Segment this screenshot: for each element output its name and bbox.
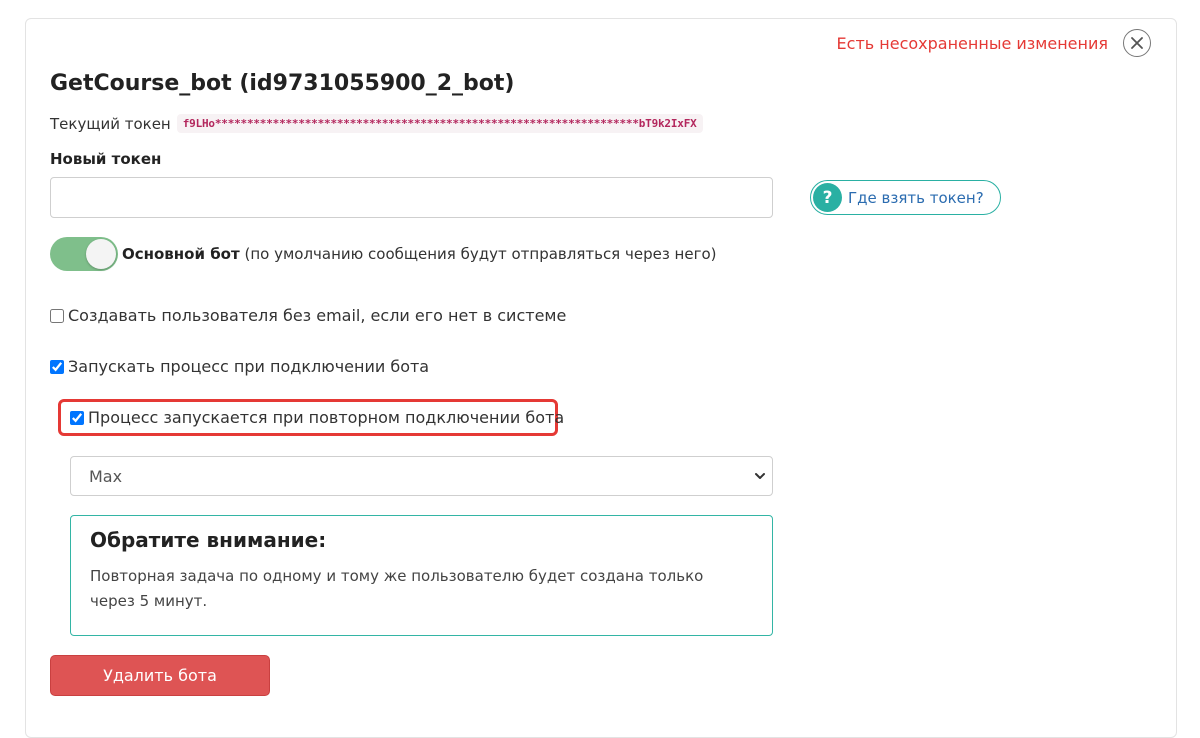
- current-token-row: Текущий токен f9LHo*********************…: [50, 114, 703, 133]
- new-token-input[interactable]: [50, 177, 773, 218]
- main-bot-toggle[interactable]: [50, 237, 118, 271]
- process-select[interactable]: Max: [70, 456, 773, 496]
- main-bot-row: Основной бот (по умолчанию сообщения буд…: [50, 237, 717, 271]
- main-bot-label: Основной бот (по умолчанию сообщения буд…: [122, 245, 717, 263]
- where-to-get-token-label: Где взять токен?: [848, 188, 984, 207]
- unsaved-changes-status: Есть несохраненные изменения: [836, 34, 1108, 53]
- new-token-label: Новый токен: [50, 150, 162, 168]
- main-bot-label-hint: (по умолчанию сообщения будут отправлять…: [244, 245, 717, 263]
- notice-title: Обратите внимание:: [90, 528, 327, 552]
- bot-title: GetCourse_bot (id9731055900_2_bot): [50, 71, 515, 96]
- current-token-value: f9LHo***********************************…: [176, 114, 703, 133]
- create-user-without-email-label: Создавать пользователя без email, если е…: [68, 306, 567, 325]
- delete-bot-button[interactable]: Удалить бота: [50, 655, 270, 696]
- question-icon: ?: [813, 183, 842, 212]
- close-icon: [1131, 37, 1143, 49]
- current-token-label: Текущий токен: [50, 114, 171, 133]
- restart-on-reconnect-checkbox[interactable]: [70, 410, 84, 425]
- restart-on-reconnect-label: Процесс запускается при повторном подклю…: [88, 408, 565, 427]
- toggle-knob: [86, 239, 116, 269]
- chevron-down-icon: [755, 473, 765, 479]
- close-button[interactable]: [1123, 29, 1151, 57]
- start-process-on-connect-option[interactable]: Запускать процесс при подключении бота: [50, 357, 429, 376]
- where-to-get-token-button[interactable]: ? Где взять токен?: [810, 180, 1001, 215]
- restart-on-reconnect-option[interactable]: Процесс запускается при повторном подклю…: [70, 408, 564, 427]
- main-bot-label-bold: Основной бот: [122, 245, 240, 263]
- process-select-value: Max: [89, 466, 123, 486]
- create-user-without-email-checkbox[interactable]: [50, 308, 64, 323]
- notice-box: Обратите внимание: Повторная задача по о…: [70, 515, 773, 636]
- start-process-on-connect-label: Запускать процесс при подключении бота: [68, 357, 430, 376]
- start-process-on-connect-checkbox[interactable]: [50, 359, 64, 374]
- notice-text: Повторная задача по одному и тому же пол…: [90, 567, 704, 610]
- create-user-without-email-option[interactable]: Создавать пользователя без email, если е…: [50, 306, 566, 325]
